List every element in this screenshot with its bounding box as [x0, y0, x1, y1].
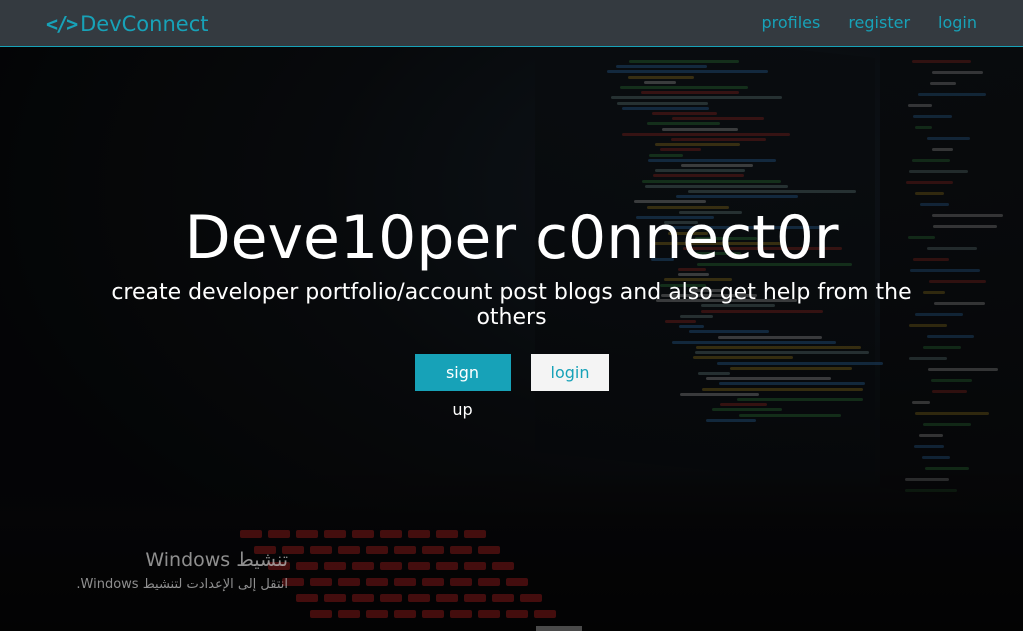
hero-section: Deve10per c0nnect0r create developer por… [0, 200, 1023, 419]
nav-link-profiles[interactable]: profiles [761, 13, 820, 32]
nav-link-register[interactable]: register [848, 13, 910, 32]
brand-logo-link[interactable]: </> DevConnect [46, 10, 208, 38]
hero-title: Deve10per c0nnect0r [184, 203, 839, 273]
activation-subtitle: انتقل إلى الإعدادت لتنشيط Windows. [76, 577, 288, 592]
hero-buttons: sign up login [0, 354, 1023, 419]
navbar: </> DevConnect profiles register login [0, 0, 1023, 47]
code-brackets-icon: </> [46, 12, 78, 36]
landing-page: </> DevConnect profiles register login D… [0, 0, 1023, 631]
horizontal-scrollbar[interactable] [536, 626, 582, 631]
nav-links: profiles register login [761, 13, 977, 32]
login-button[interactable]: login [530, 354, 609, 391]
nav-link-login[interactable]: login [938, 13, 977, 32]
activation-title: تنشيط Windows [145, 549, 288, 571]
hero-subtitle: create developer portfolio/account post … [111, 280, 912, 330]
sign-up-button[interactable]: sign up [414, 354, 511, 419]
brand-name: DevConnect [80, 12, 209, 36]
windows-activation-watermark: تنشيط Windows انتقل إلى الإعدادت لتنشيط … [50, 548, 288, 594]
